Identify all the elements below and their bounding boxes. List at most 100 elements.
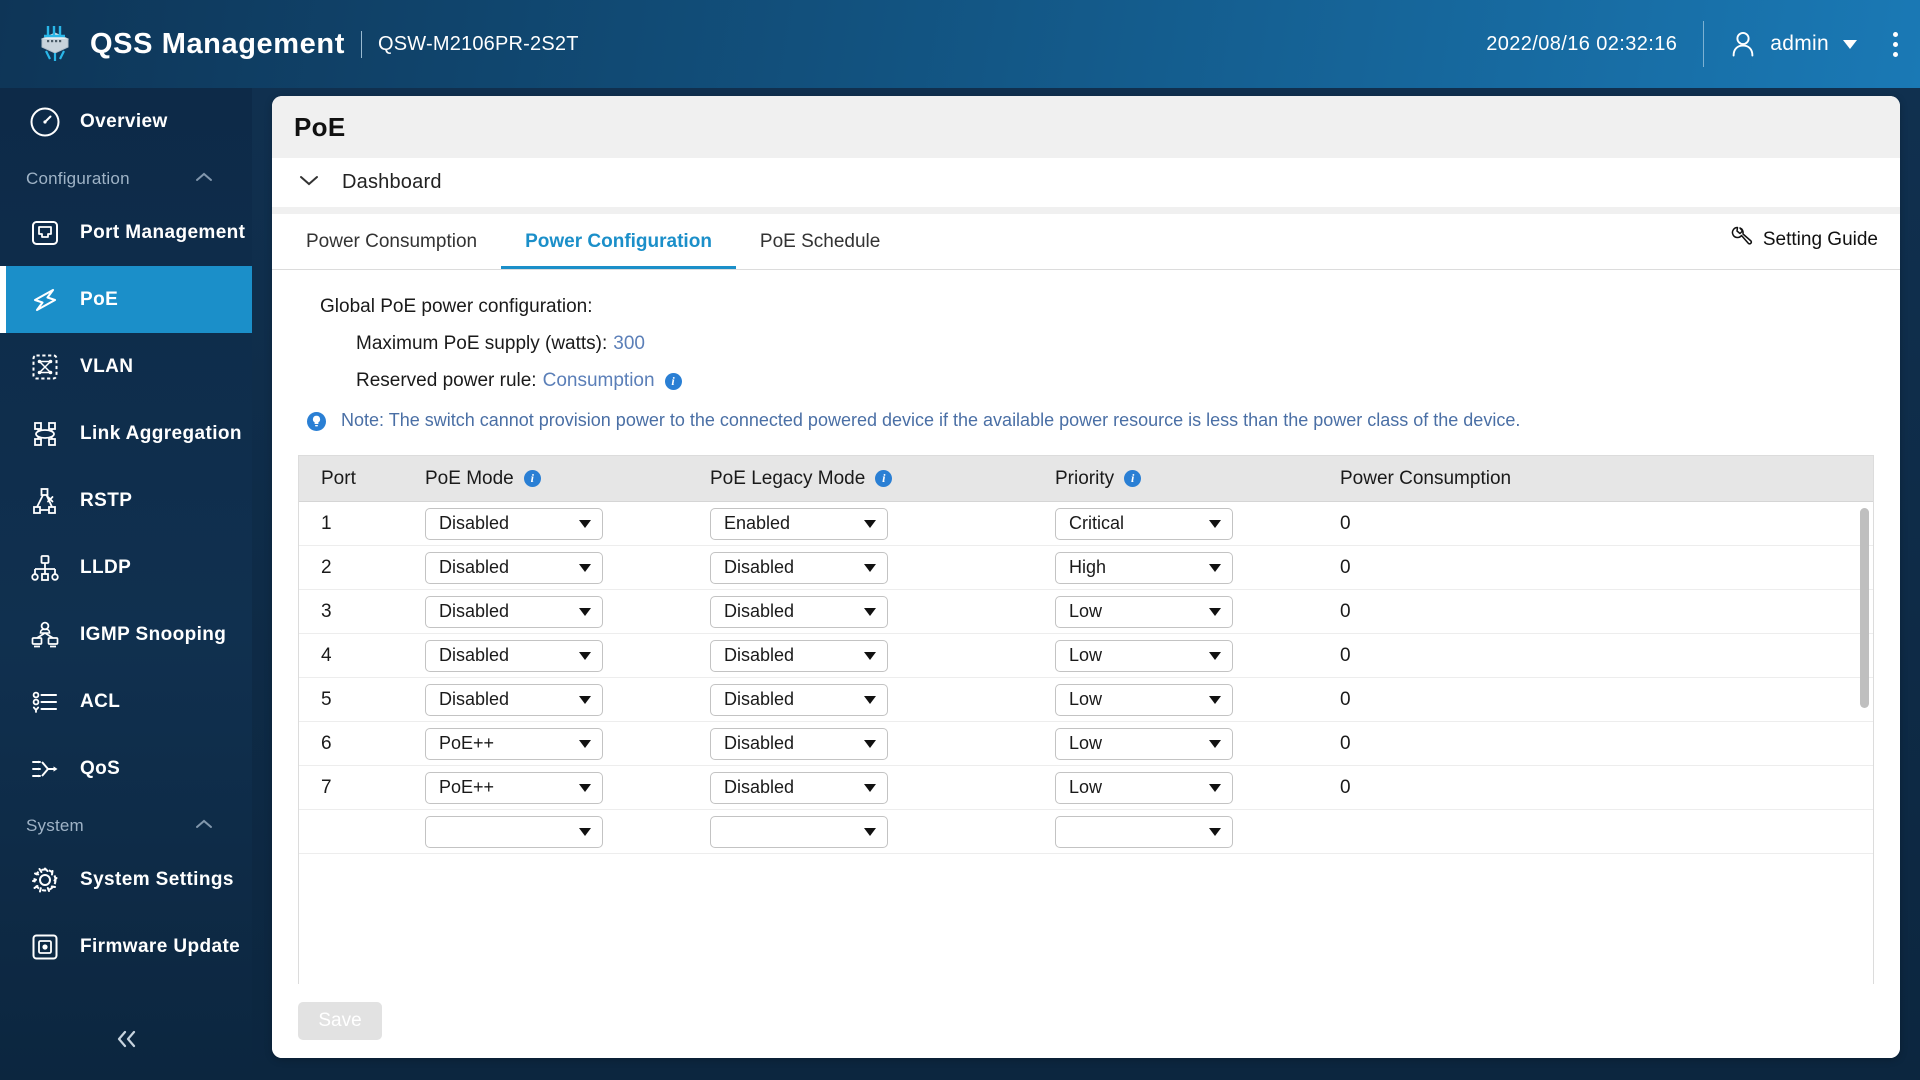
caret-down-icon [1209, 739, 1221, 748]
max-poe-supply-value: 300 [613, 333, 645, 354]
user-menu[interactable]: admin [1730, 30, 1857, 58]
sidebar-item-firmware-update[interactable]: Firmware Update [0, 913, 252, 980]
cell-priority: Critical [1055, 507, 1340, 540]
poe-legacy-mode-select[interactable]: Enabled [710, 507, 888, 540]
caret-down-icon [579, 563, 591, 572]
table-row: 1 Disabled Enabled Critical 0 [299, 502, 1873, 546]
sidebar-item-igmp-snooping[interactable]: IGMP Snooping [0, 601, 252, 668]
priority-select[interactable]: Critical [1055, 507, 1233, 540]
reserved-power-rule-row: Reserved power rule: Consumption i [356, 370, 1874, 392]
poe-legacy-mode-select[interactable] [710, 815, 888, 848]
poe-legacy-mode-value: Disabled [724, 645, 795, 665]
tab-poe-schedule[interactable]: PoE Schedule [736, 214, 904, 269]
poe-mode-value: Disabled [439, 645, 510, 665]
poe-legacy-mode-select[interactable]: Disabled [710, 683, 888, 716]
cell-port: 7 [321, 776, 332, 798]
topology-tree-icon [26, 549, 64, 587]
user-icon [1730, 30, 1756, 58]
poe-mode-select[interactable]: PoE++ [425, 727, 603, 760]
priority-select[interactable]: Low [1055, 683, 1233, 716]
info-icon[interactable]: i [523, 470, 541, 487]
sidebar-group-system[interactable]: System [0, 802, 252, 846]
info-icon[interactable]: i [1124, 470, 1142, 487]
note-row: Note: The switch cannot provision power … [306, 410, 1874, 437]
info-icon[interactable]: i [875, 470, 893, 487]
priority-select[interactable]: Low [1055, 595, 1233, 628]
sidebar-item-lldp[interactable]: LLDP [0, 534, 252, 601]
poe-legacy-mode-select[interactable]: Disabled [710, 639, 888, 672]
poe-mode-select[interactable]: PoE++ [425, 771, 603, 804]
tab-power-configuration[interactable]: Power Configuration [501, 214, 736, 269]
poe-mode-select[interactable]: Disabled [425, 639, 603, 672]
poe-mode-select[interactable]: Disabled [425, 595, 603, 628]
caret-down-icon [864, 739, 876, 748]
caret-down-icon [1209, 651, 1221, 660]
poe-legacy-mode-select[interactable]: Disabled [710, 771, 888, 804]
cell-poe-legacy-mode: Disabled [710, 727, 1055, 760]
table-header-row: Port PoE Mode i PoE Legacy Mode i Priori… [299, 456, 1873, 502]
max-poe-supply-row: Maximum PoE supply (watts): 300 [356, 333, 1874, 355]
caret-down-icon [579, 739, 591, 748]
priority-value: Critical [1069, 513, 1125, 533]
poe-legacy-mode-select[interactable]: Disabled [710, 727, 888, 760]
sidebar-item-system-settings[interactable]: System Settings [0, 846, 252, 913]
more-vertical-icon[interactable] [1893, 31, 1898, 57]
cell-poe-legacy-mode [710, 815, 1055, 848]
sidebar-item-link-aggregation[interactable]: Link Aggregation [0, 400, 252, 467]
cell-priority: Low [1055, 639, 1340, 672]
priority-value: Low [1069, 689, 1103, 709]
sidebar-group-configuration[interactable]: Configuration [0, 155, 252, 199]
priority-value: Low [1069, 733, 1103, 753]
sidebar-item-rstp[interactable]: RSTP [0, 467, 252, 534]
poe-legacy-mode-select[interactable]: Disabled [710, 595, 888, 628]
header-right-cluster: 2022/08/16 02:32:16 admin [1486, 21, 1920, 67]
poe-legacy-mode-select[interactable]: Disabled [710, 551, 888, 584]
column-label: PoE Mode [425, 467, 514, 489]
cell-priority: Low [1055, 595, 1340, 628]
card-footer: Save [272, 984, 1900, 1058]
caret-down-icon [864, 563, 876, 572]
priority-select[interactable]: Low [1055, 639, 1233, 672]
brand: QSS Management QSW-M2106PR-2S2T [0, 23, 579, 65]
sidebar-item-port-management[interactable]: Port Management [0, 199, 252, 266]
column-header-poe-mode: PoE Mode i [425, 468, 710, 490]
caret-down-icon [1209, 695, 1221, 704]
sidebar-item-acl[interactable]: ACL [0, 668, 252, 735]
poe-mode-select[interactable]: Disabled [425, 683, 603, 716]
caret-down-icon [864, 827, 876, 836]
ethernet-port-icon [26, 214, 64, 252]
dashboard-accordion-row[interactable]: Dashboard [272, 158, 1900, 214]
priority-select[interactable] [1055, 815, 1233, 848]
cell-power-consumption: 0 [1340, 688, 1351, 710]
save-button[interactable]: Save [298, 1002, 382, 1040]
chevron-down-icon[interactable] [296, 172, 322, 193]
poe-mode-value: PoE++ [439, 777, 495, 797]
table-vertical-scrollbar[interactable] [1860, 508, 1869, 708]
sidebar-item-overview[interactable]: Overview [0, 88, 252, 155]
poe-legacy-mode-value: Disabled [724, 557, 795, 577]
cell-power-consumption: 0 [1340, 732, 1351, 754]
priority-select[interactable]: Low [1055, 771, 1233, 804]
poe-mode-select[interactable]: Disabled [425, 551, 603, 584]
poe-mode-select[interactable]: Disabled [425, 507, 603, 540]
setting-guide-button[interactable]: Setting Guide [1729, 224, 1878, 269]
caret-down-icon [1209, 783, 1221, 792]
sidebar-item-label: RSTP [80, 489, 133, 511]
poe-mode-select[interactable] [425, 815, 603, 848]
caret-down-icon[interactable] [1843, 39, 1857, 49]
sidebar-collapse-button[interactable] [0, 1027, 252, 1056]
info-icon[interactable]: i [664, 372, 682, 390]
priority-select[interactable]: Low [1055, 727, 1233, 760]
table-row: 2 Disabled Disabled High 0 [299, 546, 1873, 590]
priority-select[interactable]: High [1055, 551, 1233, 584]
priority-value: High [1069, 557, 1107, 577]
app-title: QSS Management [90, 27, 345, 60]
table-row: 6 PoE++ Disabled Low 0 [299, 722, 1873, 766]
sidebar-item-poe[interactable]: PoE [0, 266, 252, 333]
tab-power-consumption[interactable]: Power Consumption [282, 214, 501, 269]
title-divider [360, 30, 362, 58]
sidebar-item-vlan[interactable]: VLAN [0, 333, 252, 400]
sidebar-item-qos[interactable]: QoS [0, 735, 252, 802]
cell-power-consumption: 0 [1340, 556, 1351, 578]
sidebar-item-label: VLAN [80, 355, 134, 377]
